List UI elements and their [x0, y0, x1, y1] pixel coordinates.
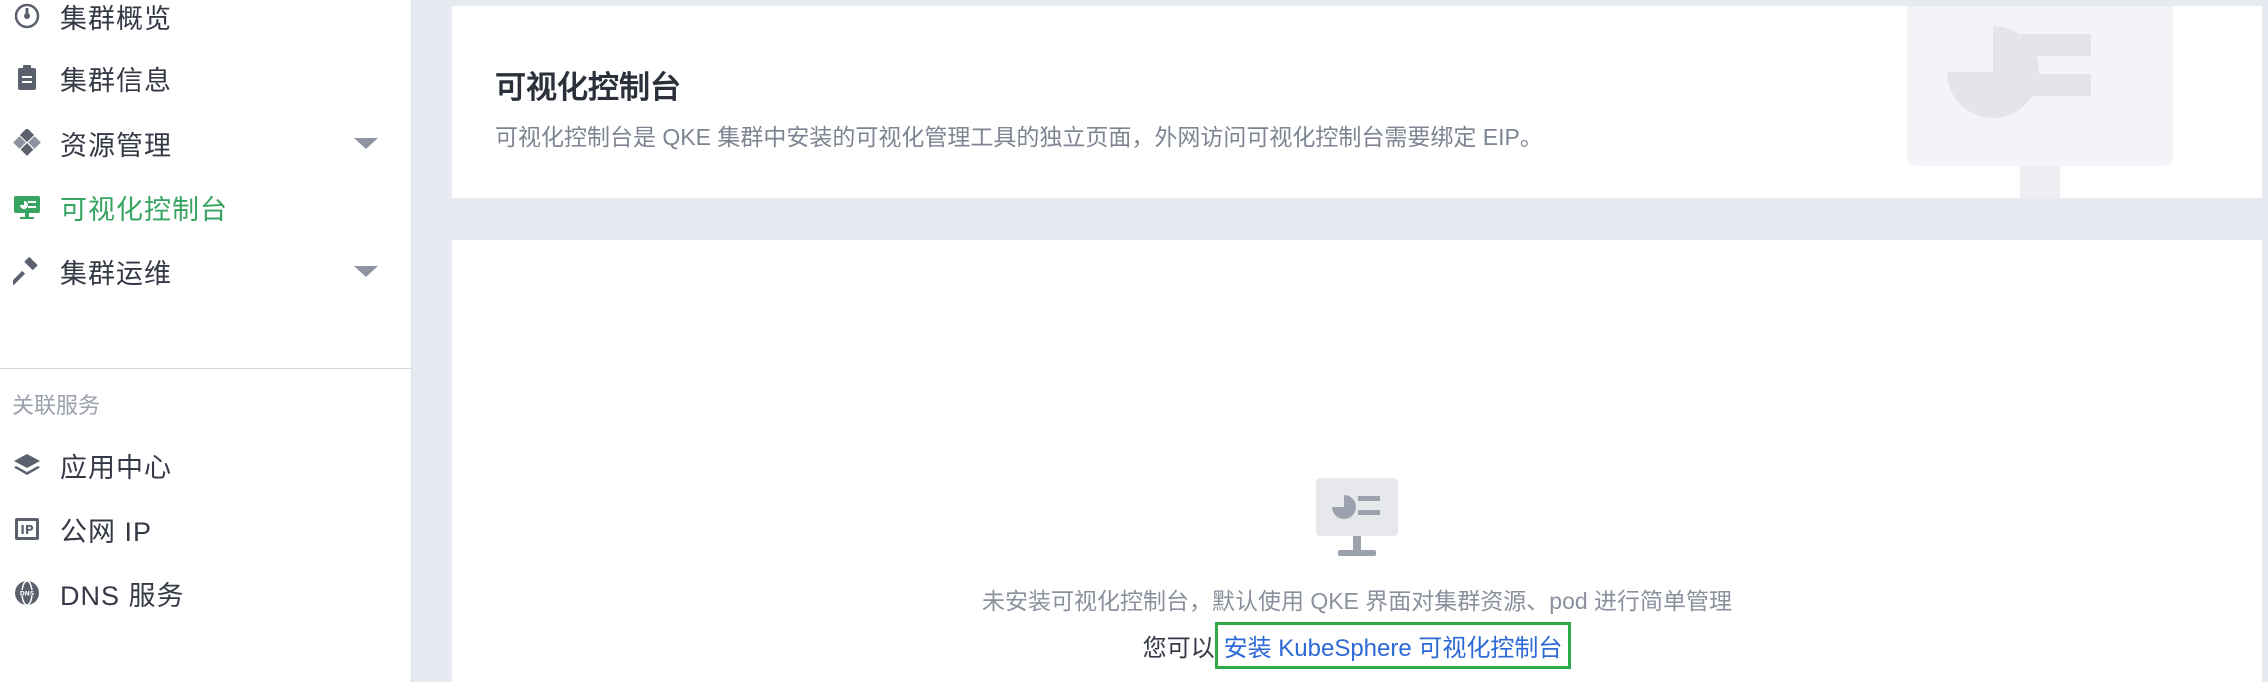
sidebar-item-resource-management[interactable]: 资源管理	[0, 115, 412, 171]
sidebar-item-label: 可视化控制台	[60, 194, 228, 225]
dashboard-icon	[12, 1, 42, 31]
resources-icon	[12, 128, 42, 158]
console-empty-icon	[1316, 478, 1398, 556]
sidebar-item-label: 资源管理	[60, 130, 172, 161]
sidebar-item-cluster-overview[interactable]: 集群概览	[0, 0, 412, 44]
sidebar: 集群概览 集群信息 资源管理 可视化控制台 集群运维 关联服务 应用中心 IP …	[0, 0, 412, 682]
install-kubesphere-link[interactable]: 安装 KubeSphere 可视化控制台	[1214, 622, 1572, 669]
sidebar-item-cluster-info[interactable]: 集群信息	[0, 50, 412, 106]
sidebar-item-label: 应用中心	[60, 452, 172, 483]
install-line: 您可以 安装 KubeSphere 可视化控制台	[452, 622, 2262, 669]
sidebar-item-label: 集群信息	[60, 65, 172, 96]
page-description: 可视化控制台是 QKE 集群中安装的可视化管理工具的独立页面，外网访问可视化控制…	[495, 124, 1543, 150]
layers-icon	[12, 450, 42, 480]
sidebar-item-label: 集群概览	[60, 3, 172, 34]
sidebar-item-label: DNS 服务	[60, 580, 185, 611]
related-services-title: 关联服务	[12, 393, 101, 418]
console-illustration-icon	[1907, 6, 2173, 198]
sidebar-divider	[0, 368, 412, 369]
content-panel: 未安装可视化控制台，默认使用 QKE 界面对集群资源、pod 进行简单管理 您可…	[452, 240, 2262, 682]
header-panel: 可视化控制台 可视化控制台是 QKE 集群中安装的可视化管理工具的独立页面，外网…	[452, 6, 2262, 198]
chevron-down-icon[interactable]	[354, 138, 378, 149]
sidebar-item-dns-service[interactable]: DNS DNS 服务	[0, 565, 412, 621]
page-title: 可视化控制台	[495, 70, 681, 105]
chevron-down-icon[interactable]	[354, 266, 378, 277]
console-icon	[12, 192, 42, 222]
hammer-icon	[12, 256, 42, 286]
svg-text:DNS: DNS	[20, 591, 34, 598]
install-prefix: 您可以	[1142, 635, 1215, 662]
sidebar-item-public-ip[interactable]: IP 公网 IP	[0, 501, 412, 557]
sidebar-item-label: 公网 IP	[60, 516, 153, 547]
dns-icon: DNS	[12, 578, 42, 608]
sidebar-item-visual-console[interactable]: 可视化控制台	[0, 179, 412, 235]
ip-icon: IP	[12, 514, 42, 544]
sidebar-item-label: 集群运维	[60, 258, 172, 289]
clipboard-icon	[12, 63, 42, 93]
svg-text:IP: IP	[20, 523, 33, 537]
sidebar-item-cluster-ops[interactable]: 集群运维	[0, 243, 412, 299]
empty-state-message: 未安装可视化控制台，默认使用 QKE 界面对集群资源、pod 进行简单管理	[981, 588, 1733, 614]
sidebar-item-app-center[interactable]: 应用中心	[0, 437, 412, 493]
